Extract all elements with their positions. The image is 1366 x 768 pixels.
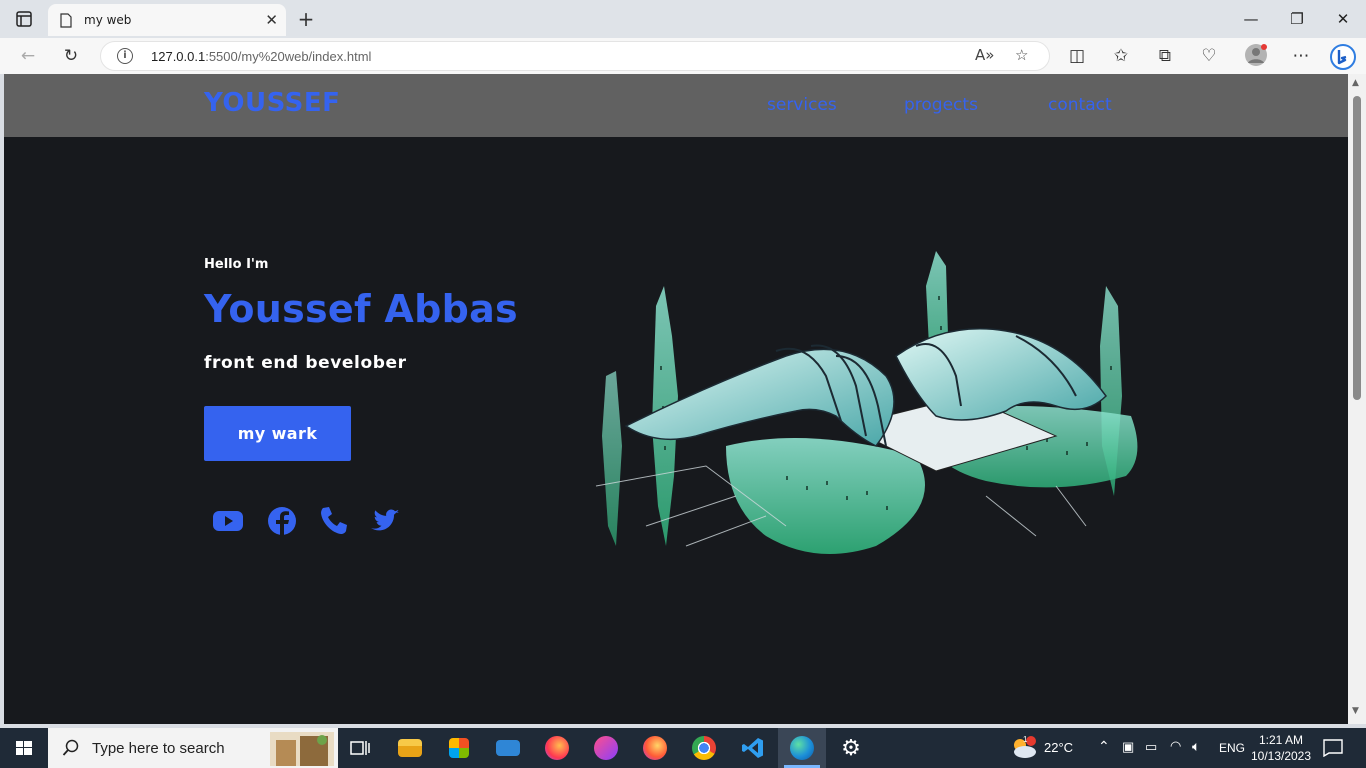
page-scrollbar[interactable]: ▲ ▼ bbox=[1348, 74, 1366, 724]
taskbar-file-explorer[interactable] bbox=[386, 728, 434, 768]
twitter-icon[interactable] bbox=[368, 504, 402, 538]
store-icon bbox=[449, 738, 469, 758]
scrollbar-thumb[interactable] bbox=[1353, 96, 1361, 400]
url-text: 127.0.0.1:5500/my%20web/index.html bbox=[151, 49, 371, 64]
nav-link-contact[interactable]: contact bbox=[1048, 95, 1112, 115]
new-tab-button[interactable]: + bbox=[296, 9, 316, 29]
start-button[interactable] bbox=[0, 728, 48, 768]
site-header: YOUSSEF services progects contact bbox=[4, 74, 1348, 137]
hero-name: Youssef Abbas bbox=[204, 287, 518, 331]
taskbar-firefox-dev[interactable] bbox=[631, 728, 679, 768]
favorites-icon[interactable]: ✩ bbox=[1108, 44, 1134, 68]
nav-link-projects[interactable]: progects bbox=[904, 95, 978, 115]
facebook-icon[interactable] bbox=[265, 504, 299, 538]
task-view-icon bbox=[350, 741, 370, 755]
page-icon bbox=[60, 12, 72, 28]
back-button[interactable]: ← bbox=[15, 44, 41, 68]
taskbar-firefox[interactable] bbox=[533, 728, 581, 768]
taskbar-chrome[interactable] bbox=[680, 728, 728, 768]
edge-icon bbox=[790, 736, 814, 760]
chrome-icon bbox=[692, 736, 716, 760]
nav-link-services[interactable]: services bbox=[767, 95, 837, 115]
weather-alert-badge: 1 bbox=[1023, 735, 1028, 744]
meet-now-icon[interactable]: ▣ bbox=[1122, 739, 1134, 755]
clock-time: 1:21 AM bbox=[1258, 733, 1304, 747]
task-view-button[interactable] bbox=[336, 728, 384, 768]
taskbar-vscode[interactable] bbox=[729, 728, 777, 768]
file-explorer-icon bbox=[398, 739, 422, 757]
tab-actions-icon[interactable] bbox=[12, 9, 36, 29]
vscode-icon bbox=[742, 738, 763, 758]
weather-temperature[interactable]: 22°C bbox=[1044, 740, 1073, 755]
firefox-icon bbox=[545, 736, 569, 760]
read-aloud-icon[interactable]: A» bbox=[975, 46, 994, 64]
tab-close-button[interactable]: ✕ bbox=[265, 11, 278, 29]
scroll-down-arrow[interactable]: ▼ bbox=[1352, 706, 1359, 716]
profile-avatar[interactable] bbox=[1243, 44, 1269, 68]
battery-icon[interactable]: ▭ bbox=[1145, 739, 1157, 755]
tab-title: my web bbox=[84, 13, 132, 27]
restore-button[interactable]: ❐ bbox=[1274, 7, 1320, 31]
taskbar-settings[interactable]: ⚙ bbox=[827, 728, 875, 768]
favorite-star-icon[interactable]: ☆ bbox=[1015, 46, 1028, 64]
more-options-icon[interactable]: ⋯ bbox=[1288, 44, 1314, 68]
taskbar-store[interactable] bbox=[435, 728, 483, 768]
close-window-button[interactable]: ✕ bbox=[1320, 7, 1366, 31]
taskbar-search[interactable]: Type here to search bbox=[48, 728, 338, 768]
split-screen-icon[interactable]: ◫ bbox=[1064, 44, 1090, 68]
page-viewport: YOUSSEF services progects contact Hello … bbox=[4, 74, 1348, 724]
firefox-dev-icon bbox=[643, 736, 667, 760]
volume-icon[interactable]: 🔈︎ bbox=[1192, 738, 1200, 755]
windows-logo-icon bbox=[16, 741, 32, 755]
browser-tab[interactable]: my web ✕ bbox=[48, 4, 286, 36]
wifi-icon[interactable]: ◠ bbox=[1170, 738, 1181, 754]
show-hidden-icons[interactable]: ⌃ bbox=[1098, 738, 1110, 755]
taskbar-edge[interactable] bbox=[778, 728, 826, 768]
refresh-button[interactable]: ↻ bbox=[58, 44, 84, 68]
address-bar[interactable]: i 127.0.0.1:5500/my%20web/index.html A» … bbox=[100, 41, 1050, 71]
windows-taskbar: Type here to search ⚙ 1 22°C ⌃ ▣ ▭ ◠ 🔈︎ … bbox=[0, 728, 1366, 768]
taskbar-mail[interactable] bbox=[484, 728, 532, 768]
scroll-up-arrow[interactable]: ▲ bbox=[1352, 78, 1359, 88]
browser-toolbar: ← ↻ i 127.0.0.1:5500/my%20web/index.html… bbox=[0, 38, 1366, 74]
url-host: 127.0.0.1 bbox=[151, 48, 206, 64]
url-path: :5500/my%20web/index.html bbox=[205, 48, 372, 64]
hero-illustration bbox=[595, 251, 1138, 554]
settings-gear-icon: ⚙ bbox=[841, 735, 861, 761]
site-logo[interactable]: YOUSSEF bbox=[204, 88, 340, 118]
system-clock[interactable]: 1:21 AM 10/13/2023 bbox=[1244, 732, 1318, 764]
hero-greeting: Hello I'm bbox=[204, 257, 269, 272]
youtube-icon[interactable] bbox=[211, 504, 245, 538]
search-placeholder: Type here to search bbox=[92, 739, 225, 757]
notifications-icon[interactable] bbox=[1323, 739, 1343, 757]
wps-icon bbox=[594, 736, 618, 760]
clock-date: 10/13/2023 bbox=[1250, 749, 1312, 763]
my-work-button[interactable]: my wark bbox=[204, 406, 351, 461]
hero-role: front end bevelober bbox=[204, 353, 407, 373]
minimize-button[interactable]: — bbox=[1228, 7, 1274, 31]
performance-icon[interactable]: ♡ bbox=[1196, 44, 1222, 68]
site-info-icon[interactable]: i bbox=[117, 48, 133, 64]
phone-icon[interactable] bbox=[317, 504, 351, 538]
mail-icon bbox=[496, 740, 520, 756]
bing-copilot-icon[interactable] bbox=[1330, 44, 1356, 70]
search-highlight-image bbox=[270, 732, 334, 766]
language-indicator[interactable]: ENG bbox=[1219, 741, 1245, 755]
search-icon bbox=[62, 739, 79, 756]
collections-icon[interactable]: ⧉ bbox=[1152, 44, 1178, 68]
tab-strip: my web ✕ + — ❐ ✕ bbox=[0, 0, 1366, 38]
taskbar-wps[interactable] bbox=[582, 728, 630, 768]
